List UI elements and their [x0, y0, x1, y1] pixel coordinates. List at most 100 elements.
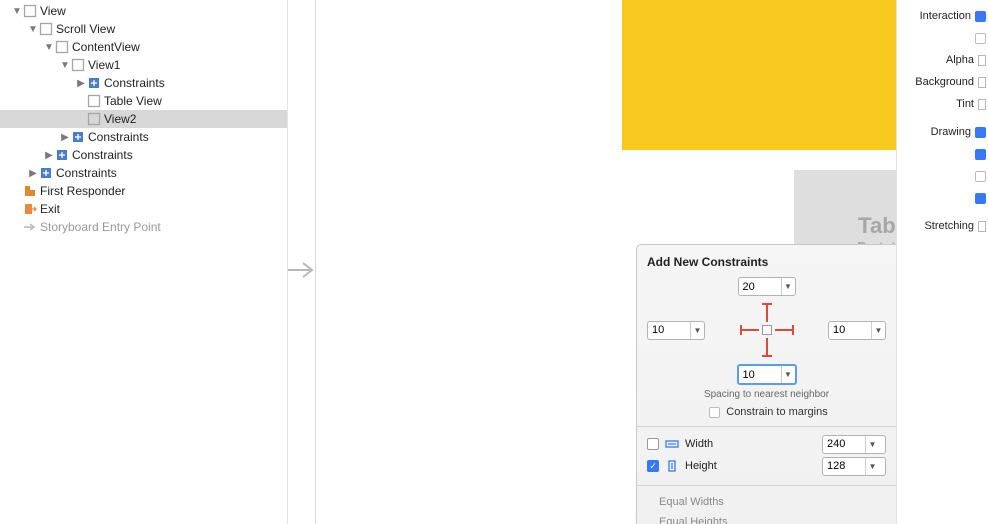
disclosure-triangle-icon[interactable] — [28, 168, 38, 179]
outline-item[interactable]: First Responder — [0, 182, 287, 200]
dropdown-icon[interactable]: ▼ — [865, 436, 879, 453]
drawing-checkbox-1[interactable] — [975, 127, 986, 138]
view-icon — [71, 58, 85, 72]
inspector-tint-label: Tint — [903, 93, 988, 115]
disclosure-triangle-icon[interactable] — [28, 24, 38, 35]
view1-yellow[interactable] — [622, 0, 896, 150]
height-icon — [665, 460, 679, 472]
disclosure-triangle-icon[interactable] — [60, 60, 70, 71]
spacing-cross-icon — [737, 300, 797, 360]
inspector-row — [903, 165, 988, 187]
canvas[interactable]: Table View Prototype Content Add New Con… — [288, 0, 896, 524]
drawing-checkbox-4[interactable] — [975, 193, 986, 204]
constraints-icon — [71, 130, 85, 144]
equal-heights-label: Equal Heights — [659, 516, 728, 524]
inspector-row — [903, 27, 988, 49]
bottom-spacing-field[interactable]: ▼ — [737, 364, 797, 385]
outline-item[interactable]: View1 — [0, 56, 287, 74]
outline-item[interactable]: Table View — [0, 92, 287, 110]
outline-item-label: Constraints — [88, 130, 149, 144]
outline-item[interactable]: View2 — [0, 110, 287, 128]
constraints-icon — [55, 148, 69, 162]
outline-item[interactable]: ContentView — [0, 38, 287, 56]
outline-item[interactable]: Constraints — [0, 164, 287, 182]
outline-item[interactable]: Scroll View — [0, 20, 287, 38]
outline-item-label: Table View — [104, 94, 162, 108]
attributes-inspector: Interaction Alpha Background Tint Drawin… — [896, 0, 988, 524]
outline-item[interactable]: Constraints — [0, 146, 287, 164]
right-spacing-input[interactable] — [829, 324, 871, 336]
outline-item-label: Constraints — [72, 148, 133, 162]
view-icon — [39, 22, 53, 36]
outline-item-label: View2 — [104, 112, 136, 126]
inspector-background-label: Background — [903, 71, 988, 93]
width-label: Width — [685, 438, 816, 450]
width-input[interactable] — [823, 438, 865, 450]
popover-title: Add New Constraints — [647, 255, 886, 269]
tint-swatch[interactable] — [978, 99, 986, 110]
top-spacing-field[interactable]: ▼ — [738, 277, 796, 296]
outline-item-label: Scroll View — [56, 22, 115, 36]
outline-item[interactable]: Exit — [0, 200, 287, 218]
background-swatch[interactable] — [978, 77, 986, 88]
inspector-row — [903, 187, 988, 209]
dropdown-icon[interactable]: ▼ — [871, 322, 885, 339]
dropdown-icon[interactable]: ▼ — [781, 278, 795, 295]
first-responder-icon — [23, 184, 37, 198]
view-icon — [23, 4, 37, 18]
height-field[interactable]: ▼ — [822, 457, 886, 476]
left-spacing-field[interactable]: ▼ — [647, 321, 705, 340]
disclosure-triangle-icon[interactable] — [12, 6, 22, 17]
spacing-caption: Spacing to nearest neighbor — [647, 389, 886, 400]
view-icon — [87, 112, 101, 126]
right-spacing-field[interactable]: ▼ — [828, 321, 886, 340]
outline-item[interactable]: Storyboard Entry Point — [0, 218, 287, 236]
disclosure-triangle-icon[interactable] — [76, 78, 86, 89]
constraints-icon — [39, 166, 53, 180]
dropdown-icon[interactable]: ▼ — [865, 458, 879, 475]
constrain-margins-checkbox[interactable] — [709, 407, 720, 418]
width-checkbox[interactable] — [647, 438, 659, 450]
stretching-field[interactable] — [978, 221, 986, 232]
height-label: Height — [685, 460, 816, 472]
outline-item-label: Storyboard Entry Point — [40, 220, 161, 234]
height-checkbox[interactable] — [647, 460, 659, 472]
width-field[interactable]: ▼ — [822, 435, 886, 454]
outline-item-label: First Responder — [40, 184, 125, 198]
outline-item-label: View1 — [88, 58, 120, 72]
disclosure-triangle-icon[interactable] — [44, 150, 54, 161]
outline-item[interactable]: View — [0, 2, 287, 20]
alpha-field[interactable] — [978, 55, 986, 66]
document-outline: View Scroll View ContentView View1 Constrain… — [0, 0, 288, 524]
disclosure-triangle-icon[interactable] — [60, 132, 70, 143]
constrain-margins-label: Constrain to margins — [726, 406, 828, 418]
outline-item[interactable]: Constraints — [0, 74, 287, 92]
view-icon — [87, 94, 101, 108]
constraints-icon — [87, 76, 101, 90]
dropdown-icon[interactable]: ▼ — [690, 322, 704, 339]
interaction-checkbox-2[interactable] — [975, 33, 986, 44]
outline-item[interactable]: Constraints — [0, 128, 287, 146]
top-spacing-input[interactable] — [739, 281, 781, 293]
view-icon — [55, 40, 69, 54]
inspector-stretching-label: Stretching — [903, 215, 988, 237]
dropdown-icon[interactable]: ▼ — [781, 366, 795, 383]
disclosure-triangle-icon[interactable] — [44, 42, 54, 53]
segue-arrow-icon — [288, 260, 318, 280]
inspector-drawing-label: Drawing — [903, 121, 988, 143]
outline-item-label: Constraints — [56, 166, 117, 180]
drawing-checkbox-3[interactable] — [975, 171, 986, 182]
height-input[interactable] — [823, 460, 865, 472]
equal-widths-label: Equal Widths — [659, 496, 724, 508]
inspector-row — [903, 143, 988, 165]
inspector-alpha-label: Alpha — [903, 49, 988, 71]
left-spacing-input[interactable] — [648, 324, 690, 336]
add-constraints-popover: Add New Constraints ▼ ▼ — [636, 244, 896, 524]
width-icon — [665, 438, 679, 450]
interaction-checkbox[interactable] — [975, 11, 986, 22]
outline-item-label: View — [40, 4, 66, 18]
bottom-spacing-input[interactable] — [739, 369, 781, 381]
outline-item-label: Constraints — [104, 76, 165, 90]
outline-item-label: Exit — [40, 202, 60, 216]
drawing-checkbox-2[interactable] — [975, 149, 986, 160]
